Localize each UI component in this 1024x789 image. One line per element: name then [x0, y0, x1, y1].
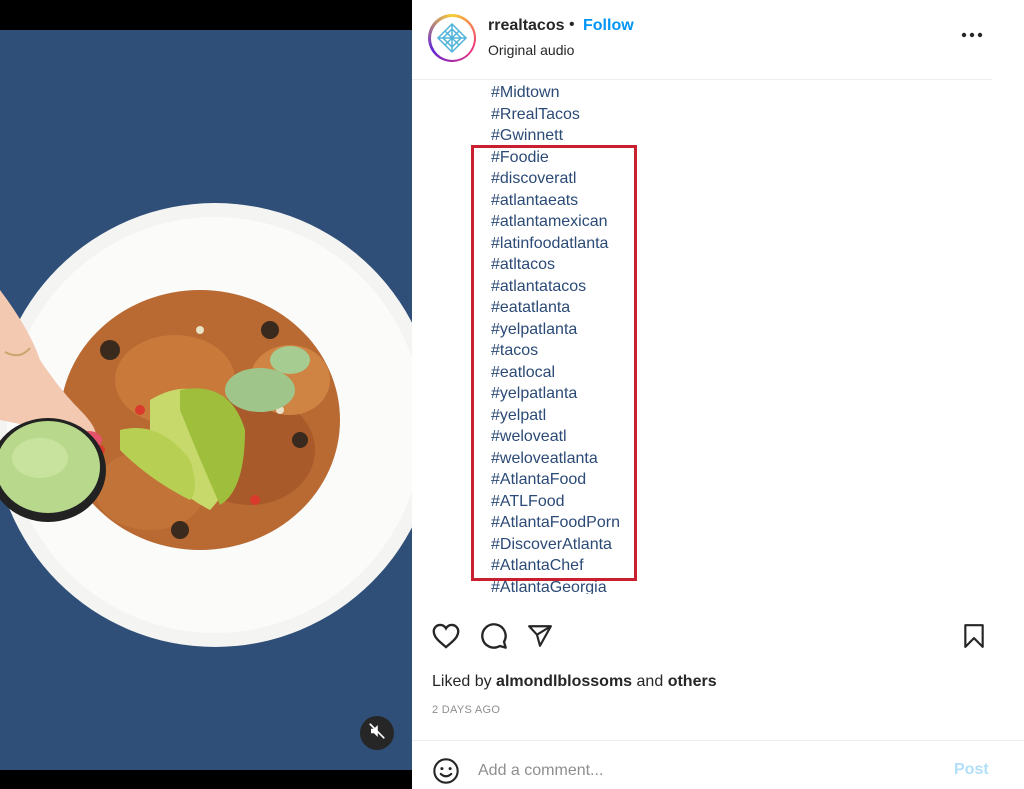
- likes-and: and: [636, 673, 664, 690]
- hashtag-link[interactable]: #yelpatlanta: [491, 319, 911, 341]
- comment-input[interactable]: [478, 759, 898, 783]
- save-button[interactable]: [958, 622, 990, 654]
- avatar[interactable]: [428, 14, 476, 62]
- username-link[interactable]: rrealtacos: [488, 17, 565, 35]
- brand-logo-icon: [436, 22, 468, 54]
- instagram-post-view: rrealtacos • Follow Original audio #Midt…: [0, 0, 1024, 789]
- audio-link[interactable]: Original audio: [488, 42, 574, 58]
- hashtag-link[interactable]: #ATLFood: [491, 491, 911, 513]
- hashtag-link[interactable]: #AtlantaChef: [491, 555, 911, 577]
- hashtag-link[interactable]: #AtlantaFood: [491, 469, 911, 491]
- hashtag-link[interactable]: #discoveratl: [491, 168, 911, 190]
- caption-hashtags: #Midtown #RrealTacos #Gwinnett #Foodie #disc…: [491, 82, 911, 594]
- emoji-button[interactable]: [432, 757, 460, 785]
- hashtag-link[interactable]: #latinfoodatlanta: [491, 233, 911, 255]
- more-options-icon: [961, 25, 983, 43]
- follow-button[interactable]: Follow: [583, 17, 634, 35]
- comment-icon: [480, 622, 508, 655]
- share-button[interactable]: [524, 622, 556, 654]
- comment-button[interactable]: [478, 622, 510, 654]
- bookmark-icon: [962, 623, 986, 654]
- post-comment-button[interactable]: Post: [954, 761, 989, 779]
- hashtag-link[interactable]: #Gwinnett: [491, 125, 911, 147]
- like-button[interactable]: [430, 622, 462, 654]
- speaker-muted-icon: [368, 722, 386, 745]
- post-header: rrealtacos • Follow Original audio: [412, 0, 992, 80]
- heart-icon: [432, 623, 460, 654]
- mute-toggle-button[interactable]: [360, 716, 394, 750]
- hashtag-link[interactable]: #weloveatlanta: [491, 448, 911, 470]
- comment-bar: Post: [412, 740, 1024, 789]
- hashtag-link[interactable]: #weloveatl: [491, 426, 911, 448]
- separator-dot: •: [569, 16, 575, 33]
- hashtag-link[interactable]: #DiscoverAtlanta: [491, 534, 911, 556]
- hashtag-link[interactable]: #yelpatlanta: [491, 383, 911, 405]
- hashtag-link[interactable]: #AtlantaFoodPorn: [491, 512, 911, 534]
- hashtag-link[interactable]: #Foodie: [491, 147, 911, 169]
- video-frame[interactable]: [0, 30, 412, 770]
- hashtag-link[interactable]: #tacos: [491, 340, 911, 362]
- hashtag-link[interactable]: #Midtown: [491, 82, 911, 104]
- hashtag-link[interactable]: #atlantaeats: [491, 190, 911, 212]
- post-details-panel: rrealtacos • Follow Original audio #Midt…: [412, 0, 1024, 789]
- likes-prefix: Liked by: [432, 673, 492, 690]
- liker-username-link[interactable]: almondlblossoms: [496, 673, 632, 690]
- likes-summary: Liked by almondlblossoms and others: [432, 673, 717, 691]
- hashtag-link[interactable]: #RrealTacos: [491, 104, 911, 126]
- hashtag-link[interactable]: #eatatlanta: [491, 297, 911, 319]
- post-media[interactable]: [0, 0, 412, 789]
- hashtag-link[interactable]: #eatlocal: [491, 362, 911, 384]
- more-options-button[interactable]: [960, 22, 984, 46]
- hashtag-link[interactable]: #yelpatl: [491, 405, 911, 427]
- likes-others-link[interactable]: others: [668, 673, 717, 690]
- hashtag-link[interactable]: #atltacos: [491, 254, 911, 276]
- food-bowl-image: [0, 30, 412, 770]
- paper-plane-icon: [526, 623, 554, 654]
- emoji-icon: [432, 758, 460, 789]
- hashtag-link[interactable]: #AtlantaGeorgia: [491, 577, 911, 595]
- hashtag-link[interactable]: #atlantatacos: [491, 276, 911, 298]
- action-bar: [412, 622, 1002, 656]
- hashtag-link[interactable]: #atlantamexican: [491, 211, 911, 233]
- post-date: 2 DAYS AGO: [432, 704, 501, 716]
